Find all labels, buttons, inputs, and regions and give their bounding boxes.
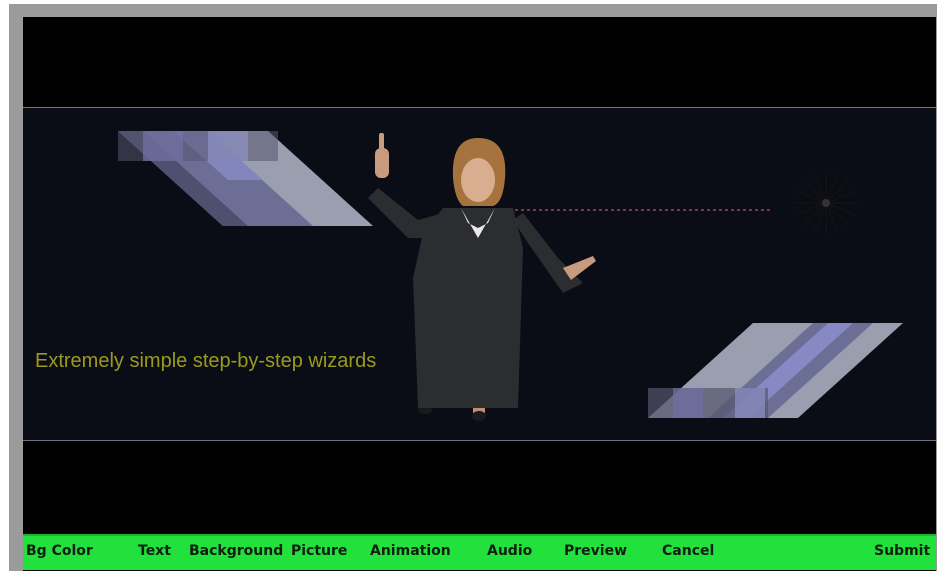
bottom-right-stripes [648,323,903,418]
animation-button[interactable]: Animation [370,543,451,559]
background-button[interactable]: Background [189,543,283,559]
bg-color-button[interactable]: Bg Color [26,543,93,559]
top-left-stripes [118,131,373,226]
text-button[interactable]: Text [138,543,171,559]
banner-stage: Extremely simple step-by-step wizards [23,107,936,441]
banner-caption: Extremely simple step-by-step wizards [35,350,377,372]
audio-button[interactable]: Audio [487,543,532,559]
picture-button[interactable]: Picture [291,543,347,559]
bottom-toolbar: Bg Color Text Background Picture Animati… [23,534,936,570]
submit-button[interactable]: Submit [874,543,930,559]
presenter-figure [368,133,596,421]
app-canvas: Extremely simple step-by-step wizards Bg… [23,17,936,571]
cancel-button[interactable]: Cancel [662,543,714,559]
starburst-icon [794,171,858,235]
banner-artwork [118,131,903,421]
preview-button[interactable]: Preview [564,543,627,559]
app-window-frame: Extremely simple step-by-step wizards Bg… [9,4,937,571]
